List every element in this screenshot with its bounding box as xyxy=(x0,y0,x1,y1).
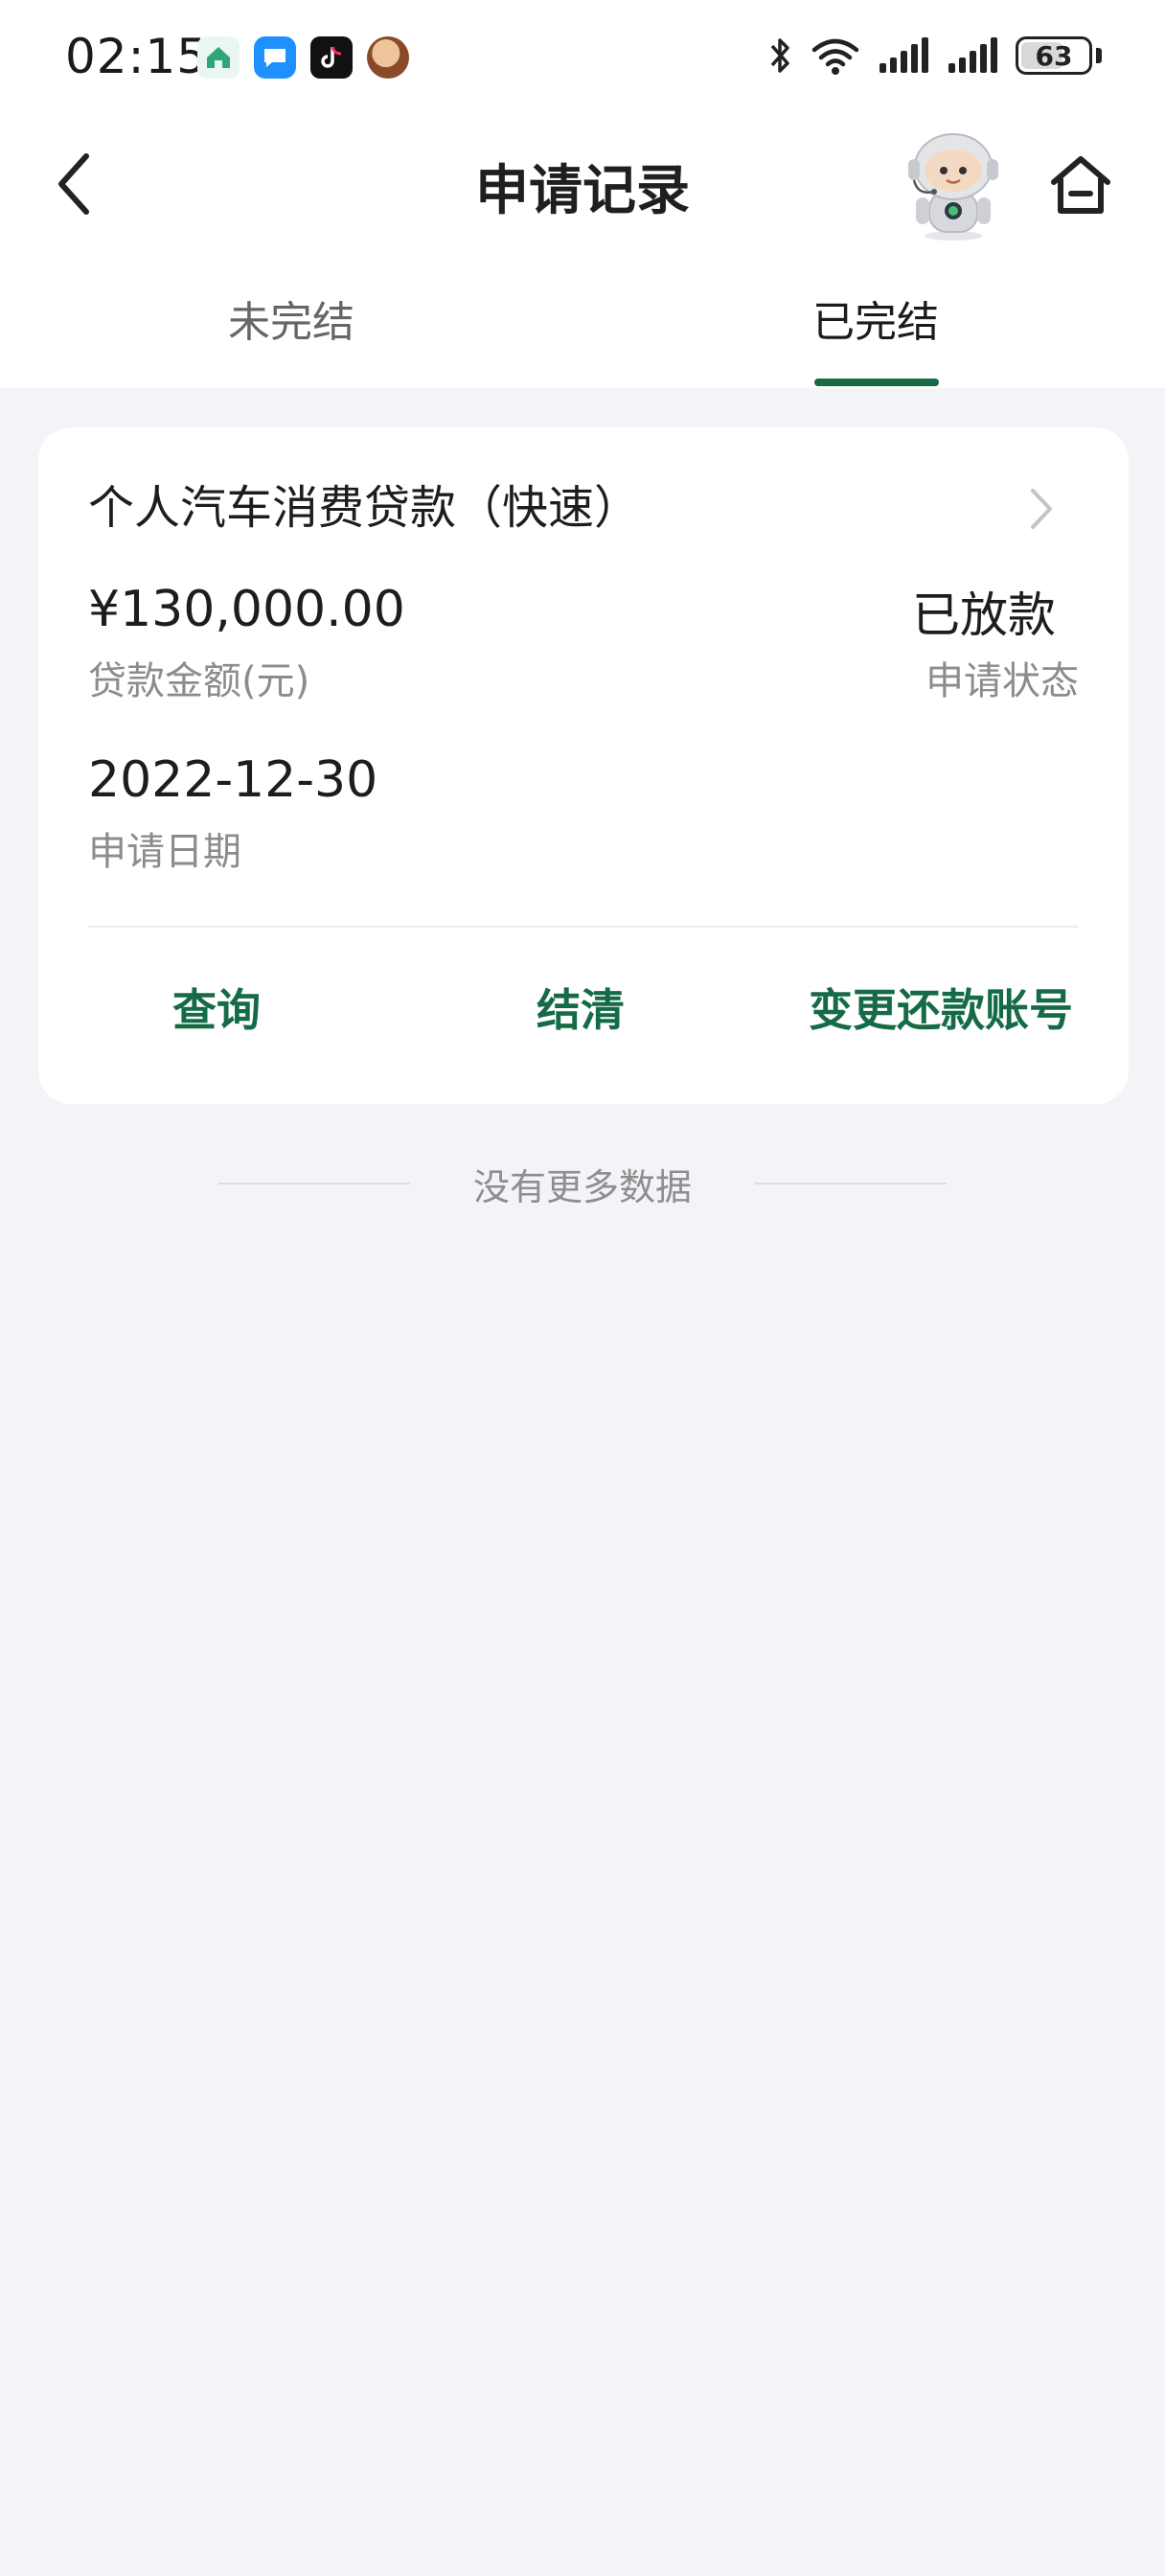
home-app-icon xyxy=(197,36,240,79)
message-app-icon xyxy=(254,36,296,79)
avatar-app-icon xyxy=(367,36,409,79)
application-status: 已放款 xyxy=(912,587,1056,643)
active-tab-indicator xyxy=(814,379,939,386)
no-more-data: 没有更多数据 xyxy=(0,1158,1165,1208)
battery-tip xyxy=(1096,48,1102,63)
top-area: 02:15 63 申请记录 未完结 已完结 xyxy=(0,0,1165,388)
chevron-right-icon[interactable] xyxy=(1023,485,1062,533)
wifi-icon xyxy=(811,38,859,75)
loan-amount-label: 贷款金额(元) xyxy=(88,659,310,703)
application-date-label: 申请日期 xyxy=(88,830,241,874)
status-bar: 02:15 63 xyxy=(0,0,1165,121)
no-more-data-text: 没有更多数据 xyxy=(472,1166,692,1208)
battery-level: 63 xyxy=(1035,39,1073,72)
home-icon xyxy=(1051,156,1110,214)
loan-amount: ¥130,000.00 xyxy=(88,581,405,638)
notification-icons xyxy=(197,36,409,79)
nav-bar: 申请记录 xyxy=(0,121,1165,245)
home-button[interactable] xyxy=(1046,151,1115,220)
change-repayment-account-button[interactable]: 变更还款账号 xyxy=(809,976,1073,1039)
tab-unfinished[interactable]: 未完结 xyxy=(148,288,435,349)
signal-icon xyxy=(879,37,928,73)
robot-assistant-icon[interactable] xyxy=(901,128,1006,242)
tab-bar: 未完结 已完结 xyxy=(0,268,1165,388)
signal-icon xyxy=(948,37,997,73)
status-time: 02:15 xyxy=(65,29,209,84)
card-divider xyxy=(88,926,1079,928)
application-record-card[interactable]: 个人汽车消费贷款（快速） ¥130,000.00 贷款金额(元) 已放款 申请状… xyxy=(38,427,1129,1104)
no-more-divider-right xyxy=(755,1183,947,1184)
settle-button[interactable]: 结清 xyxy=(537,976,625,1039)
tab-finished[interactable]: 已完结 xyxy=(732,288,1019,349)
product-name: 个人汽车消费贷款（快速） xyxy=(88,481,641,535)
tiktok-icon xyxy=(310,36,353,79)
application-status-label: 申请状态 xyxy=(925,659,1079,703)
bluetooth-icon xyxy=(770,38,789,73)
battery-icon: 63 xyxy=(1016,36,1092,75)
query-button[interactable]: 查询 xyxy=(172,976,261,1039)
status-indicators: 63 xyxy=(766,34,1102,77)
application-date: 2022-12-30 xyxy=(88,751,378,809)
